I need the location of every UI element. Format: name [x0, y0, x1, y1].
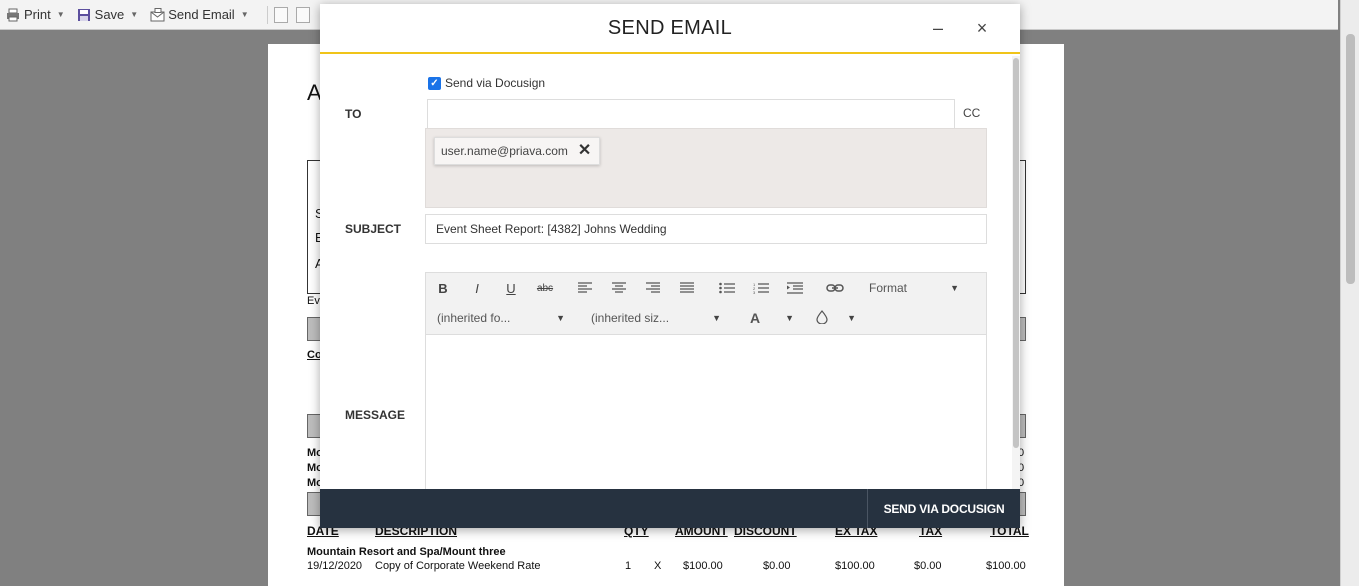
align-center-icon[interactable] — [607, 276, 631, 300]
row-tax: $0.00 — [914, 560, 942, 572]
bold-button[interactable]: B — [431, 276, 455, 300]
message-edit-area[interactable] — [426, 335, 986, 489]
format-dropdown-label: Format — [869, 281, 908, 295]
dialog-scrollbar-thumb[interactable] — [1013, 58, 1019, 448]
toolbar-divider — [266, 5, 268, 24]
email-icon — [150, 7, 165, 22]
print-button[interactable]: Print ▼ — [6, 7, 65, 22]
row-amount: $100.00 — [683, 560, 723, 572]
chevron-down-icon: ▼ — [847, 313, 856, 323]
dialog-scrollbar[interactable] — [1012, 56, 1020, 489]
row-total: $100.00 — [986, 560, 1026, 572]
numbered-list-icon[interactable]: 123 — [749, 276, 773, 300]
font-family-dropdown[interactable]: (inherited fo... ▼ — [431, 306, 569, 330]
align-left-icon[interactable] — [573, 276, 597, 300]
dialog-body: ✓ Send via Docusign TO CC user.name@pria… — [320, 56, 1012, 489]
recipient-list: user.name@priava.com ✕ — [425, 128, 987, 208]
close-icon[interactable]: × — [970, 16, 994, 40]
italic-button[interactable]: I — [465, 276, 489, 300]
doc-fragment-ev: Ev — [307, 295, 320, 307]
font-family-label: (inherited fo... — [437, 311, 511, 325]
chevron-down-icon: ▼ — [240, 10, 249, 19]
droplet-icon — [816, 309, 828, 327]
send-email-dialog: SEND EMAIL – × ✓ Send via Docusign TO CC… — [320, 4, 1020, 528]
to-label: TO — [345, 107, 362, 121]
venue-name: Mountain Resort and Spa/Mount three — [307, 546, 506, 558]
send-email-label: Send Email — [168, 7, 235, 22]
link-icon[interactable] — [823, 276, 847, 300]
docusign-checkbox[interactable]: ✓ — [428, 76, 441, 90]
print-label: Print — [24, 7, 51, 22]
send-via-docusign-button[interactable]: SEND VIA DOCUSIGN — [867, 489, 1020, 528]
chevron-down-icon: ▼ — [556, 313, 565, 323]
bullet-list-icon[interactable] — [715, 276, 739, 300]
align-right-icon[interactable] — [641, 276, 665, 300]
row-discount: $0.00 — [763, 560, 791, 572]
docusign-checkbox-row[interactable]: ✓ Send via Docusign — [428, 76, 545, 90]
font-size-label: (inherited siz... — [591, 311, 670, 325]
row-x: X — [654, 560, 662, 572]
background-color-dropdown[interactable]: ▼ — [810, 306, 860, 330]
row-ex-tax: $100.00 — [835, 560, 875, 572]
editor-toolbar: B I U abc 1 2 3 Format ▼ (inherited fo..… — [426, 273, 986, 335]
svg-text:3: 3 — [753, 290, 756, 294]
chevron-down-icon: ▼ — [950, 283, 959, 293]
message-editor: B I U abc 1 2 3 Format ▼ (inherited fo..… — [425, 272, 987, 489]
page-scrollbar[interactable] — [1340, 0, 1359, 586]
remove-recipient-icon[interactable]: ✕ — [578, 143, 591, 159]
row-date: 19/12/2020 — [307, 560, 363, 572]
recipient-chip: user.name@priava.com ✕ — [434, 137, 601, 165]
row-description: Copy of Corporate Weekend Rate — [375, 560, 541, 572]
subject-input[interactable]: Event Sheet Report: [4382] Johns Wedding — [425, 214, 987, 244]
docusign-label: Send via Docusign — [445, 76, 546, 90]
chevron-down-icon: ▼ — [712, 313, 721, 323]
page-scrollbar-thumb[interactable] — [1346, 34, 1355, 284]
justify-icon[interactable] — [675, 276, 699, 300]
row-qty: 1 — [625, 560, 632, 572]
underline-button[interactable]: U — [499, 276, 523, 300]
save-label: Save — [94, 7, 125, 22]
text-color-dropdown[interactable]: A ▼ — [744, 306, 798, 330]
dialog-title: SEND EMAIL — [607, 16, 733, 39]
message-label: MESSAGE — [345, 408, 406, 422]
printer-icon — [6, 8, 20, 22]
font-size-dropdown[interactable]: (inherited siz... ▼ — [585, 306, 725, 330]
page-icon[interactable] — [273, 6, 288, 23]
recipient-email: user.name@priava.com — [441, 144, 568, 158]
save-button[interactable]: Save ▼ — [77, 7, 139, 22]
minimize-icon[interactable]: – — [926, 16, 950, 40]
dialog-footer: SEND VIA DOCUSIGN — [320, 489, 1020, 528]
text-color-icon: A — [750, 310, 761, 326]
subject-label: SUBJECT — [345, 222, 402, 236]
send-email-button[interactable]: Send Email ▼ — [150, 7, 249, 22]
cc-toggle[interactable]: CC — [963, 106, 980, 120]
strikethrough-button[interactable]: abc — [533, 276, 557, 300]
chevron-down-icon: ▼ — [130, 10, 139, 19]
dialog-header: SEND EMAIL – × — [320, 4, 1020, 54]
chevron-down-icon: ▼ — [56, 10, 65, 19]
format-dropdown[interactable]: Format ▼ — [863, 276, 963, 300]
indent-icon[interactable] — [783, 276, 807, 300]
clipboard-icon[interactable] — [295, 6, 310, 23]
floppy-disk-icon — [77, 8, 91, 22]
to-input[interactable] — [427, 99, 955, 129]
chevron-down-icon: ▼ — [785, 313, 794, 323]
